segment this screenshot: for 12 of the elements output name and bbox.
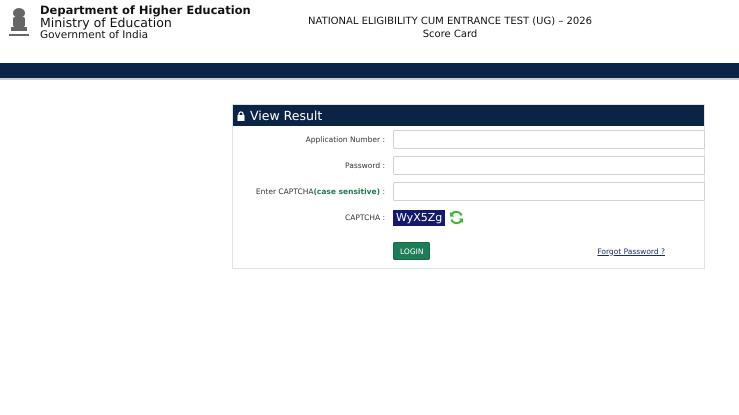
lock-icon [237,110,245,120]
panel-title: View Result [250,108,322,123]
page-subtitle: Score Card [422,28,478,41]
input-field[interactable] [393,130,705,149]
input-field[interactable] [393,182,705,201]
ministry-name: Ministry of Education [40,16,172,29]
exam-title: NATIONAL ELIGIBILITY CUM ENTRANCE TEST (UG) – 2026 [308,15,592,28]
password-field[interactable] [393,156,705,175]
refresh-icon[interactable] [449,210,464,225]
department-name: Department of Higher Education [40,4,251,16]
captcha-image: WyX5Zg [393,210,446,226]
government-name: Government of India [40,29,150,41]
